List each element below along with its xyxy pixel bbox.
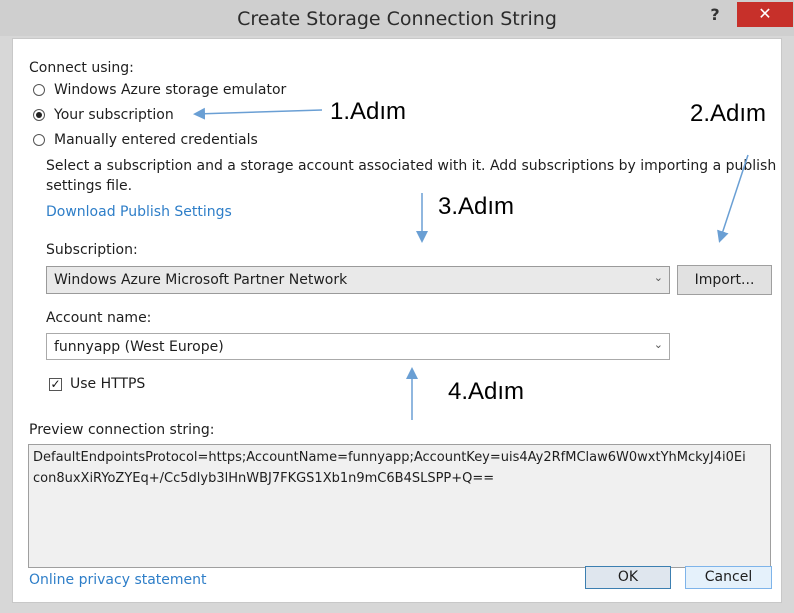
chevron-down-icon: ⌄: [653, 271, 663, 284]
window-title: Create Storage Connection String: [237, 8, 557, 30]
ok-button[interactable]: OK: [585, 566, 671, 589]
preview-line1: DefaultEndpointsProtocol=https;AccountNa…: [33, 450, 746, 465]
radio-subscription[interactable]: [33, 109, 45, 121]
subscription-value: Windows Azure Microsoft Partner Network: [54, 272, 348, 288]
connect-using-label: Connect using:: [29, 60, 134, 76]
download-publish-settings-link[interactable]: Download Publish Settings: [46, 204, 232, 220]
check-icon: ✓: [50, 377, 61, 391]
radio-emulator[interactable]: [33, 84, 45, 96]
preview-connection-textbox[interactable]: DefaultEndpointsProtocol=https;AccountNa…: [28, 444, 771, 568]
subscription-select[interactable]: Windows Azure Microsoft Partner Network …: [46, 266, 670, 294]
chevron-down-icon: ⌄: [653, 338, 663, 351]
radio-manual[interactable]: [33, 134, 45, 146]
close-icon: ✕: [758, 4, 772, 23]
use-https-checkbox[interactable]: ✓: [49, 378, 62, 391]
close-button[interactable]: ✕: [737, 2, 793, 27]
title-bar: Create Storage Connection String ? ✕: [0, 0, 794, 36]
description-line1: Select a subscription and a storage acco…: [46, 158, 777, 174]
annotation-step4: 4.Adım: [448, 378, 525, 405]
radio-manual-label[interactable]: Manually entered credentials: [54, 132, 258, 148]
preview-connection-label: Preview connection string:: [29, 422, 215, 438]
online-privacy-link[interactable]: Online privacy statement: [29, 572, 207, 588]
import-button[interactable]: Import...: [677, 265, 772, 295]
radio-subscription-label[interactable]: Your subscription: [54, 107, 174, 123]
preview-line2: con8uxXiRYoZYEq+/Cc5dlyb3lHnWBJ7FKGS1Xb1…: [33, 471, 495, 486]
account-name-value: funnyapp (West Europe): [54, 339, 224, 355]
help-button[interactable]: ?: [702, 2, 728, 28]
annotation-step3: 3.Adım: [438, 193, 515, 220]
cancel-button[interactable]: Cancel: [685, 566, 772, 589]
account-name-select[interactable]: funnyapp (West Europe) ⌄: [46, 333, 670, 360]
subscription-label: Subscription:: [46, 242, 138, 258]
description-line2: settings file.: [46, 178, 133, 194]
annotation-step2: 2.Adım: [690, 100, 767, 127]
annotation-step1: 1.Adım: [330, 98, 407, 125]
account-name-label: Account name:: [46, 310, 152, 326]
use-https-label[interactable]: Use HTTPS: [70, 376, 145, 392]
radio-emulator-label[interactable]: Windows Azure storage emulator: [54, 82, 286, 98]
dialog-window: Create Storage Connection String ? ✕ Con…: [0, 0, 794, 613]
